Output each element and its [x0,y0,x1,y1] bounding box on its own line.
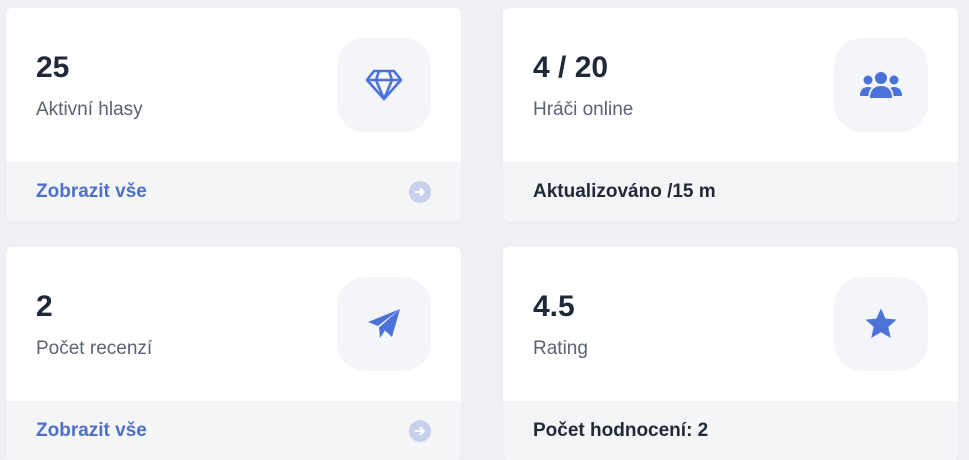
stat-value: 25 [36,51,70,84]
stat-card-active-votes: 25 Aktivní hlasy Zobrazit vše [6,8,461,222]
card-body: 4.5 Rating [503,247,958,401]
stat-value: 4 / 20 [533,51,609,84]
rating-count-text: Počet hodnocení: 2 [533,420,709,441]
view-all-link[interactable]: Zobrazit vše [36,420,147,442]
last-updated-text: Aktualizováno /15 m [533,181,716,202]
arrow-circle-right-icon[interactable] [409,420,431,442]
card-body: 2 Počet recenzí [6,247,461,401]
icon-container [337,38,431,132]
paper-plane-icon [368,309,400,338]
diamond-icon [365,69,403,101]
stat-card-players-online: 4 / 20 Hráči online Aktualizováno /15 m [503,8,958,222]
stat-value: 4.5 [533,290,575,323]
stat-card-review-count: 2 Počet recenzí Zobrazit vše [6,247,461,460]
card-footer: Zobrazit vše [6,162,461,222]
icon-container [834,38,928,132]
users-icon [860,72,902,98]
card-footer: Zobrazit vše [6,401,461,460]
stat-card-rating: 4.5 Rating Počet hodnocení: 2 [503,247,958,460]
star-icon [865,308,897,338]
view-all-link[interactable]: Zobrazit vše [36,181,147,203]
stat-label: Rating [533,338,588,359]
card-body: 25 Aktivní hlasy [6,8,461,162]
icon-container [834,277,928,371]
stat-label: Aktivní hlasy [36,99,143,120]
card-footer: Počet hodnocení: 2 [503,401,958,460]
arrow-circle-right-icon[interactable] [409,181,431,203]
stat-value: 2 [36,290,53,323]
card-body: 4 / 20 Hráči online [503,8,958,162]
stat-label: Počet recenzí [36,338,153,359]
stats-grid: 25 Aktivní hlasy Zobrazit vše 4 / 20 Hrá… [0,0,969,460]
card-footer: Aktualizováno /15 m [503,162,958,222]
stat-label: Hráči online [533,99,634,120]
icon-container [337,277,431,371]
